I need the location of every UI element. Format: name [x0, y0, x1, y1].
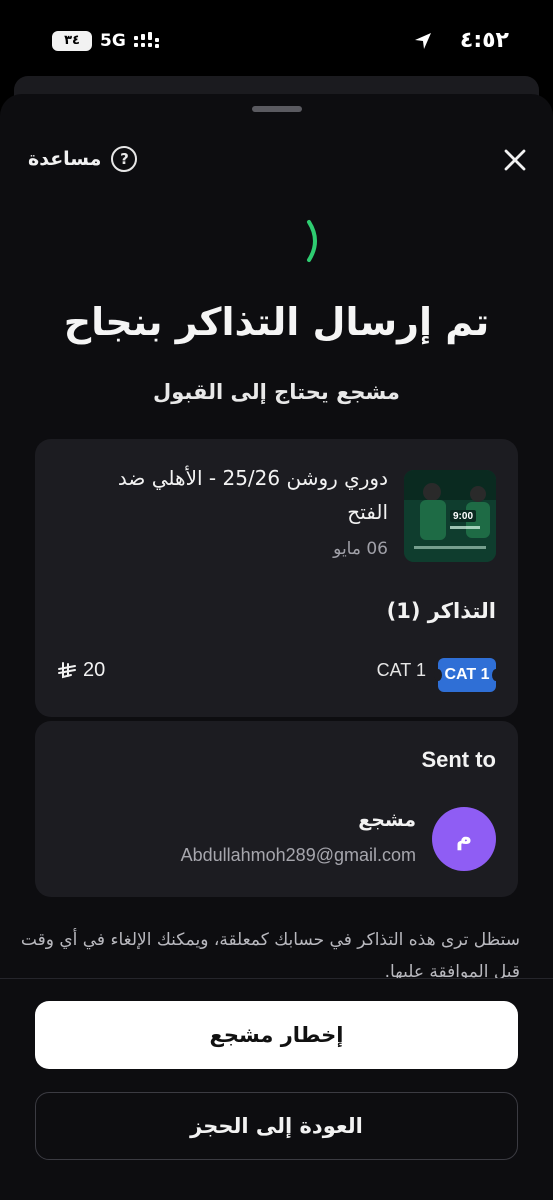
- question-circle-icon: ?: [111, 146, 138, 172]
- notify-fan-button[interactable]: إخطار مشجع: [35, 1001, 518, 1069]
- event-title: دوري روشن 25/26 - الأهلي ضد الفتح: [117, 466, 388, 524]
- action-footer: إخطار مشجع العودة إلى الحجز: [0, 978, 553, 1200]
- loading-spinner-icon: [307, 220, 317, 262]
- network-type: 5G: [100, 31, 126, 51]
- sent-to-heading: Sent to: [421, 747, 496, 772]
- help-button[interactable]: ? مساعدة: [28, 144, 138, 174]
- status-time: ٤:٥٢: [459, 28, 509, 53]
- ticket-badge-label: CAT 1: [444, 666, 490, 683]
- recipient-name: مشجع: [358, 809, 416, 831]
- pending-note: ستظل ترى هذه التذاكر في حسابك كمعلقة، وي…: [20, 930, 520, 980]
- page-title: تم إرسال التذاكر بنجاح: [63, 300, 490, 344]
- battery-icon: ٣٤: [52, 31, 92, 51]
- close-icon[interactable]: [499, 144, 531, 176]
- ticket-price: 20: [57, 659, 105, 682]
- tickets-heading: التذاكر (1): [386, 599, 496, 623]
- avatar: م: [432, 807, 496, 871]
- event-thumb-time: 9:00: [453, 511, 473, 522]
- help-label: مساعدة: [28, 148, 102, 170]
- event-thumbnail: 9:00: [404, 470, 496, 562]
- recipient-card: Sent to م مشجع Abdullahmoh289@gmail.com: [35, 721, 518, 897]
- ticket-price-value: 20: [83, 659, 106, 681]
- event-card: 9:00 دوري روشن 25/26 - الأهلي ضد الفتح 0…: [35, 439, 518, 717]
- status-bar: ٤:٥٢ ٣٤ 5G: [0, 0, 553, 84]
- back-to-booking-button[interactable]: العودة إلى الحجز: [35, 1092, 518, 1160]
- location-arrow-icon: [415, 33, 431, 49]
- ticket-category-label: CAT 1: [376, 660, 426, 680]
- recipient-email: Abdullahmoh289@gmail.com: [180, 845, 416, 865]
- bottom-sheet: ? مساعدة تم إرسال التذاكر بنجاح مشجع يحت…: [0, 94, 553, 1200]
- signal-bars-icon: [134, 32, 159, 48]
- sheet-grabber[interactable]: [252, 106, 302, 112]
- saudi-riyal-icon: [58, 661, 76, 678]
- ticket-category-badge: CAT 1: [434, 658, 500, 692]
- event-date: 06 مايو: [333, 539, 388, 559]
- page-subtitle: مشجع يحتاج إلى القبول: [153, 380, 400, 404]
